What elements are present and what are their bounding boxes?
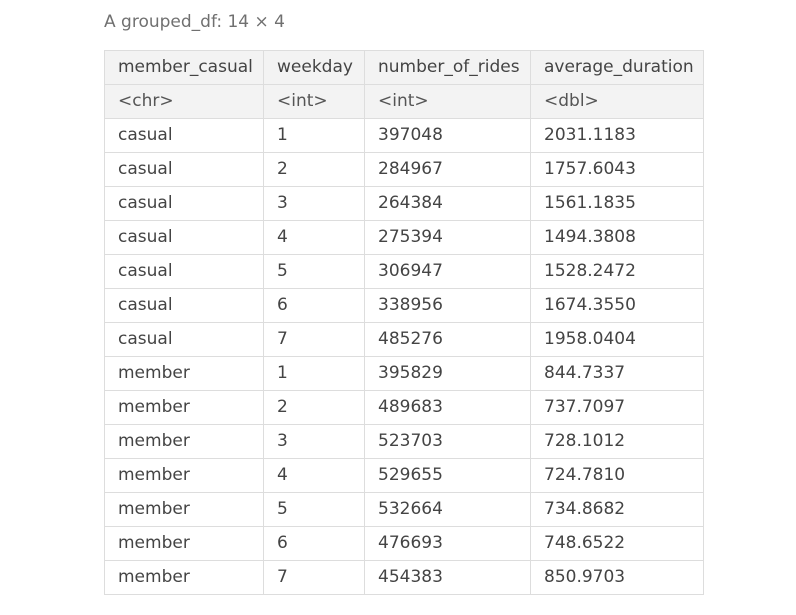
number-of-rides-cell: 489683	[364, 390, 531, 425]
average-duration-cell: 1674.3550	[530, 288, 704, 323]
weekday-cell: 7	[263, 560, 365, 595]
table-row: casual 4 275394 1494.3808	[104, 220, 704, 255]
weekday-cell: 3	[263, 424, 365, 459]
table-caption: A grouped_df: 14 × 4	[104, 12, 285, 32]
table-row: casual 5 306947 1528.2472	[104, 254, 704, 289]
type-cell: <dbl>	[530, 84, 704, 119]
weekday-cell: 4	[263, 458, 365, 493]
member-casual-cell: casual	[104, 254, 264, 289]
weekday-cell: 5	[263, 492, 365, 527]
member-casual-cell: member	[104, 356, 264, 391]
average-duration-cell: 1958.0404	[530, 322, 704, 357]
member-casual-cell: member	[104, 390, 264, 425]
number-of-rides-cell: 529655	[364, 458, 531, 493]
type-cell: <chr>	[104, 84, 264, 119]
number-of-rides-cell: 454383	[364, 560, 531, 595]
column-header-number-of-rides: number_of_rides	[364, 50, 531, 85]
grouped-df-table: member_casual weekday number_of_rides av…	[104, 50, 704, 595]
table-row: member 5 532664 734.8682	[104, 492, 704, 527]
table-row: member 7 454383 850.9703	[104, 560, 704, 595]
average-duration-cell: 1561.1835	[530, 186, 704, 221]
number-of-rides-cell: 532664	[364, 492, 531, 527]
member-casual-cell: casual	[104, 288, 264, 323]
number-of-rides-cell: 523703	[364, 424, 531, 459]
column-header-weekday: weekday	[263, 50, 365, 85]
member-casual-cell: member	[104, 458, 264, 493]
weekday-cell: 1	[263, 356, 365, 391]
average-duration-cell: 728.1012	[530, 424, 704, 459]
weekday-cell: 5	[263, 254, 365, 289]
table-body: casual 1 397048 2031.1183 casual 2 284967 1757.…	[104, 118, 704, 595]
average-duration-cell: 844.7337	[530, 356, 704, 391]
average-duration-cell: 1494.3808	[530, 220, 704, 255]
column-header-member-casual: member_casual	[104, 50, 264, 85]
average-duration-cell: 1757.6043	[530, 152, 704, 187]
type-row: <chr> <int> <int> <dbl>	[104, 84, 704, 119]
weekday-cell: 1	[263, 118, 365, 153]
header-row: member_casual weekday number_of_rides av…	[104, 50, 704, 85]
number-of-rides-cell: 476693	[364, 526, 531, 561]
table-row: member 3 523703 728.1012	[104, 424, 704, 459]
table-row: casual 1 397048 2031.1183	[104, 118, 704, 153]
weekday-cell: 2	[263, 152, 365, 187]
table-row: casual 2 284967 1757.6043	[104, 152, 704, 187]
average-duration-cell: 2031.1183	[530, 118, 704, 153]
average-duration-cell: 737.7097	[530, 390, 704, 425]
average-duration-cell: 748.6522	[530, 526, 704, 561]
table-row: member 6 476693 748.6522	[104, 526, 704, 561]
number-of-rides-cell: 395829	[364, 356, 531, 391]
average-duration-cell: 724.7810	[530, 458, 704, 493]
column-header-average-duration: average_duration	[530, 50, 704, 85]
weekday-cell: 6	[263, 526, 365, 561]
average-duration-cell: 1528.2472	[530, 254, 704, 289]
weekday-cell: 3	[263, 186, 365, 221]
member-casual-cell: casual	[104, 186, 264, 221]
member-casual-cell: member	[104, 492, 264, 527]
weekday-cell: 6	[263, 288, 365, 323]
type-cell: <int>	[364, 84, 531, 119]
table-row: member 4 529655 724.7810	[104, 458, 704, 493]
member-casual-cell: member	[104, 526, 264, 561]
table-row: member 1 395829 844.7337	[104, 356, 704, 391]
member-casual-cell: casual	[104, 322, 264, 357]
weekday-cell: 4	[263, 220, 365, 255]
table-row: casual 7 485276 1958.0404	[104, 322, 704, 357]
number-of-rides-cell: 397048	[364, 118, 531, 153]
number-of-rides-cell: 264384	[364, 186, 531, 221]
number-of-rides-cell: 275394	[364, 220, 531, 255]
table-row: casual 3 264384 1561.1835	[104, 186, 704, 221]
member-casual-cell: casual	[104, 152, 264, 187]
number-of-rides-cell: 284967	[364, 152, 531, 187]
number-of-rides-cell: 485276	[364, 322, 531, 357]
number-of-rides-cell: 338956	[364, 288, 531, 323]
member-casual-cell: member	[104, 424, 264, 459]
weekday-cell: 7	[263, 322, 365, 357]
table-header: member_casual weekday number_of_rides av…	[104, 50, 704, 119]
average-duration-cell: 734.8682	[530, 492, 704, 527]
member-casual-cell: casual	[104, 220, 264, 255]
member-casual-cell: casual	[104, 118, 264, 153]
table-row: member 2 489683 737.7097	[104, 390, 704, 425]
table-row: casual 6 338956 1674.3550	[104, 288, 704, 323]
type-cell: <int>	[263, 84, 365, 119]
number-of-rides-cell: 306947	[364, 254, 531, 289]
average-duration-cell: 850.9703	[530, 560, 704, 595]
weekday-cell: 2	[263, 390, 365, 425]
member-casual-cell: member	[104, 560, 264, 595]
